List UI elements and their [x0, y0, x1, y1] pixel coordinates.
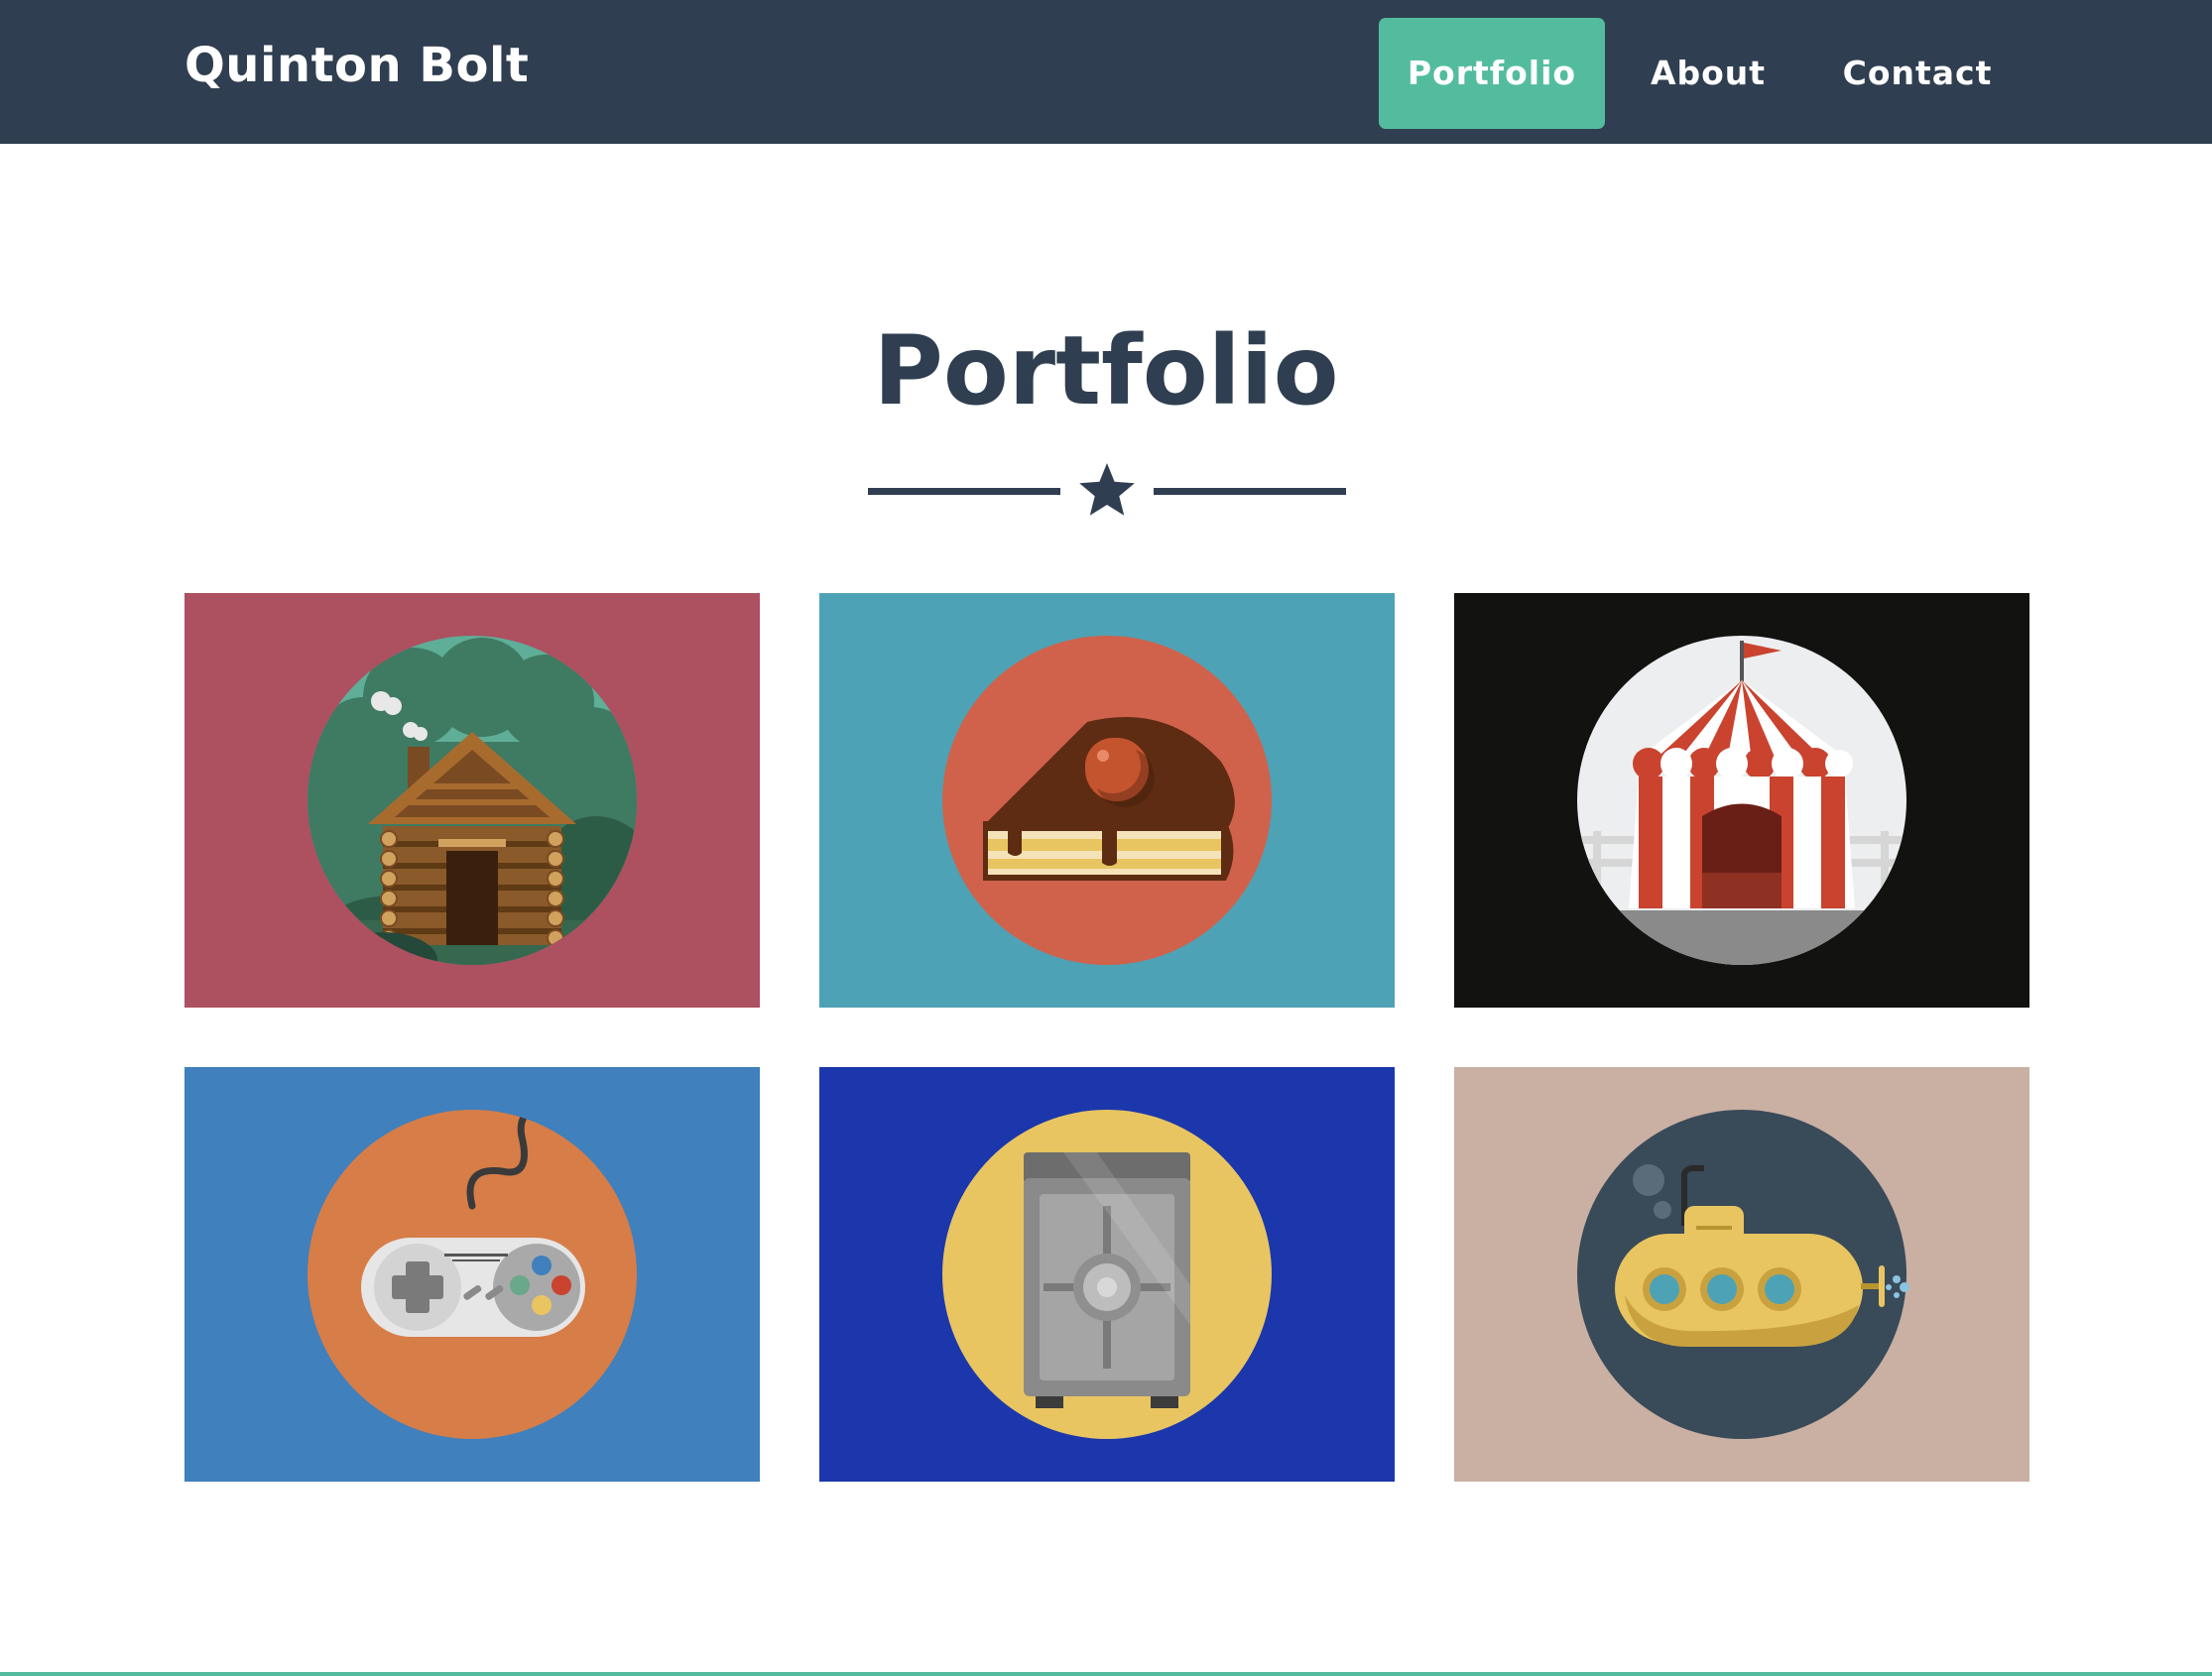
title-divider	[868, 459, 1346, 523]
nav-link-contact[interactable]: Contact	[1823, 18, 2012, 129]
brand-link[interactable]: Quinton Bolt	[184, 38, 529, 93]
nav-link-about[interactable]: About	[1627, 18, 1789, 129]
star-icon	[1079, 463, 1135, 516]
portfolio-item-cake[interactable]	[819, 593, 1395, 1008]
portfolio-item-controller[interactable]	[184, 1067, 760, 1482]
footer-border	[0, 1672, 2212, 1676]
portfolio-item-submarine[interactable]	[1454, 1067, 2029, 1482]
portfolio-item-circus[interactable]	[1454, 593, 2029, 1008]
navbar: Quinton Bolt Portfolio About Contact	[0, 0, 2212, 144]
divider-line-right	[1154, 488, 1346, 495]
divider-line-left	[868, 488, 1060, 495]
safe-icon	[942, 1110, 1272, 1439]
portfolio-item-cabin[interactable]	[184, 593, 760, 1008]
portfolio-item-safe[interactable]	[819, 1067, 1395, 1482]
cake-slice-icon	[942, 636, 1272, 965]
nav-link-portfolio[interactable]: Portfolio	[1379, 18, 1605, 129]
page-title: Portfolio	[873, 315, 1339, 426]
